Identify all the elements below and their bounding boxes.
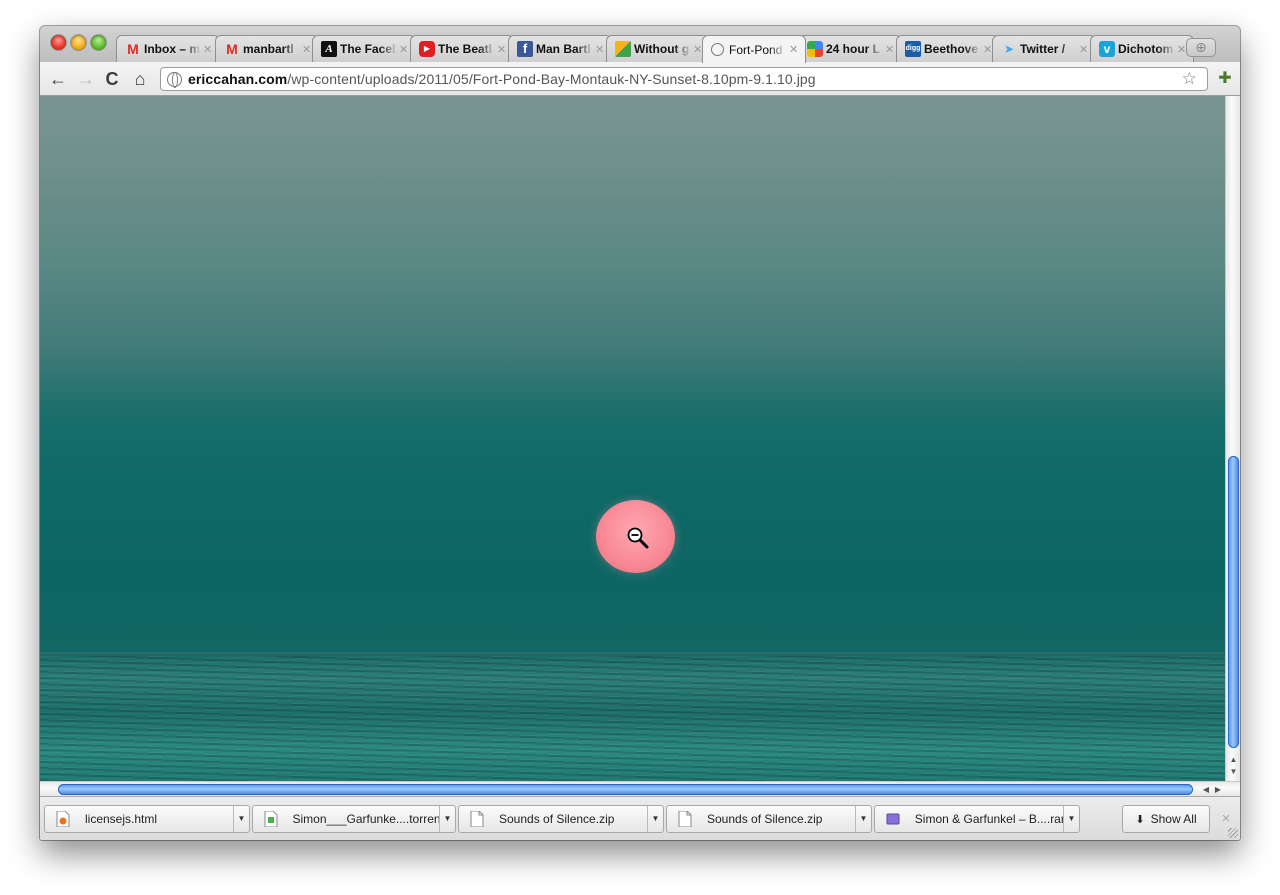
bookmark-star-icon[interactable]: ☆	[1182, 68, 1197, 90]
show-all-label: Show All	[1150, 812, 1197, 826]
image-viewport[interactable]	[40, 96, 1225, 781]
window-zoom-button[interactable]	[91, 35, 106, 50]
download-arrow-icon: ⬇	[1135, 813, 1145, 826]
download-item[interactable]: Sounds of Silence.zip ▼	[666, 805, 872, 833]
gmail-icon: M	[226, 41, 238, 57]
tab-close-icon[interactable]: ✕	[1079, 43, 1089, 56]
tab-24-hour[interactable]: 24 hour L ✕	[798, 35, 902, 62]
download-item[interactable]: Simon & Garfunkel – B....rar ▼	[874, 805, 1080, 833]
tab-close-icon[interactable]: ✕	[302, 43, 312, 56]
download-filename: licensejs.html	[85, 812, 158, 826]
download-filename: Sounds of Silence.zip	[499, 812, 615, 826]
download-item[interactable]: licensejs.html ▼	[44, 805, 250, 833]
download-item[interactable]: Sounds of Silence.zip ▼	[458, 805, 664, 833]
tab-man-bartl[interactable]: f Man Bartl ✕	[508, 35, 612, 62]
tab-strip: M Inbox – m ✕ M manbartl ✕ A The Faceb ✕…	[40, 26, 1240, 63]
tab-title: Inbox – m	[144, 42, 201, 56]
tab-close-icon[interactable]: ✕	[399, 43, 409, 56]
tab-close-icon[interactable]: ✕	[789, 43, 799, 56]
twitter-icon: ➤	[1003, 42, 1015, 56]
globe-icon	[711, 43, 724, 56]
download-item[interactable]: Simon___Garfunke....torrent ▼	[252, 805, 456, 833]
new-tab-button[interactable]: ⊕	[1186, 38, 1216, 57]
sea	[40, 656, 1225, 781]
extension-icon[interactable]: ✚	[1214, 68, 1236, 90]
tab-close-icon[interactable]: ✕	[885, 43, 895, 56]
horizontal-scroll-thumb[interactable]	[58, 784, 1193, 795]
toolbar: ← → C ⌂ ericcahan.com/wp-content/uploads…	[40, 62, 1240, 96]
download-filename: Simon___Garfunke....torrent	[292, 812, 439, 826]
html-file-icon	[55, 811, 71, 827]
google-icon	[807, 41, 823, 57]
torrent-file-icon	[263, 811, 278, 827]
resize-grip-icon[interactable]	[1228, 828, 1238, 838]
tab-title: Man Bartl	[536, 42, 591, 56]
tab-close-icon[interactable]: ✕	[203, 43, 213, 56]
tab-without[interactable]: Without g ✕	[606, 35, 710, 62]
tab-title: Fort-Pond	[729, 42, 783, 57]
tab-inbox[interactable]: M Inbox – m ✕	[116, 35, 220, 62]
download-menu-arrow-icon[interactable]: ▼	[1063, 806, 1079, 832]
vertical-scrollbar[interactable]: ▲ ▼	[1225, 96, 1240, 781]
tab-close-icon[interactable]: ✕	[497, 43, 507, 56]
url-domain: ericcahan.com	[188, 71, 288, 87]
tab-close-icon[interactable]: ✕	[595, 43, 605, 56]
scroll-up-arrow-icon[interactable]: ▲	[1226, 754, 1240, 766]
download-filename: Simon & Garfunkel – B....rar	[914, 812, 1063, 826]
tab-title: The Faceb	[340, 42, 397, 56]
tab-title: Dichotom	[1118, 42, 1174, 56]
scroll-down-arrow-icon[interactable]: ▼	[1226, 766, 1240, 778]
close-shelf-icon[interactable]: ✕	[1220, 813, 1232, 825]
show-all-downloads-button[interactable]: ⬇ Show All	[1122, 805, 1210, 833]
brochure-icon	[615, 41, 631, 57]
rar-file-icon	[885, 811, 901, 827]
scroll-left-arrow-icon[interactable]: ◀	[1200, 782, 1212, 797]
download-menu-arrow-icon[interactable]: ▼	[439, 806, 455, 832]
tab-title: Without g	[634, 42, 690, 56]
back-button[interactable]: ←	[48, 69, 68, 89]
url-path: /wp-content/uploads/2011/05/Fort-Pond-Ba…	[287, 71, 816, 87]
vimeo-icon: v	[1099, 41, 1115, 57]
window-close-button[interactable]	[51, 35, 66, 50]
zip-file-icon	[469, 811, 485, 827]
digg-icon: digg	[905, 41, 921, 57]
scroll-right-arrow-icon[interactable]: ▶	[1212, 782, 1224, 797]
zoom-out-cursor-icon	[627, 527, 649, 549]
download-menu-arrow-icon[interactable]: ▼	[233, 806, 249, 832]
tab-title: manbartl	[243, 42, 294, 56]
horizontal-scrollbar[interactable]: ◀ ▶	[40, 781, 1240, 796]
facebook-icon: f	[517, 41, 533, 57]
atlantic-icon: A	[321, 41, 337, 57]
download-menu-arrow-icon[interactable]: ▼	[855, 806, 871, 832]
globe-icon	[167, 71, 182, 88]
tab-dichotomy[interactable]: v Dichotom ✕	[1090, 35, 1194, 62]
home-button[interactable]: ⌂	[130, 69, 150, 89]
download-menu-arrow-icon[interactable]: ▼	[647, 806, 663, 832]
tab-title: Twitter /	[1020, 42, 1066, 56]
tab-twitter[interactable]: ➤ Twitter / ✕	[992, 35, 1096, 62]
zip-file-icon	[677, 811, 693, 827]
browser-window: M Inbox – m ✕ M manbartl ✕ A The Faceb ✕…	[40, 26, 1240, 840]
download-shelf: licensejs.html ▼ Simon___Garfunke....tor…	[40, 796, 1240, 840]
address-bar[interactable]: ericcahan.com/wp-content/uploads/2011/05…	[160, 67, 1208, 91]
vertical-scroll-thumb[interactable]	[1228, 456, 1239, 748]
forward-button[interactable]: →	[76, 69, 96, 89]
reload-button[interactable]: C	[102, 69, 122, 89]
tab-title: 24 hour L	[826, 42, 881, 56]
download-filename: Sounds of Silence.zip	[707, 812, 823, 826]
tab-title: Beethove	[924, 42, 979, 56]
gmail-icon: M	[127, 41, 139, 57]
tab-the-facebook[interactable]: A The Faceb ✕	[312, 35, 416, 62]
tab-the-beatles[interactable]: ▶ The Beatl ✕	[410, 35, 514, 62]
window-minimize-button[interactable]	[71, 35, 86, 50]
tab-title: The Beatl	[438, 42, 493, 56]
tab-beethoven[interactable]: digg Beethove ✕	[896, 35, 1000, 62]
tab-manbartl[interactable]: M manbartl ✕	[215, 35, 319, 62]
youtube-icon: ▶	[419, 41, 435, 57]
tab-fort-pond[interactable]: Fort-Pond ✕	[702, 35, 806, 63]
